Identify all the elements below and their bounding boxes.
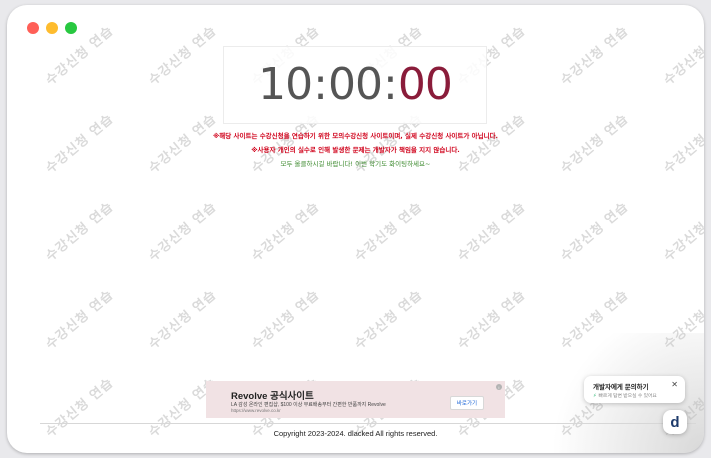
footer-divider — [40, 423, 696, 424]
watermark-text: 수강신청 연습 — [146, 287, 220, 353]
window-close-button[interactable] — [27, 22, 39, 34]
timer-separator: : — [383, 59, 398, 110]
watermark-text: 수강신청 연습 — [455, 199, 529, 265]
watermark-text: 수강신청 연습 — [43, 199, 117, 265]
good-luck-message: 모두 올클하시길 바랍니다! 이번 학기도 화이팅하세요~ — [280, 160, 431, 168]
ad-visit-button[interactable]: 바로가기 — [450, 396, 484, 410]
watermark-text: 수강신청 연습 — [43, 287, 117, 353]
watermark-text: 수강신청 연습 — [249, 199, 323, 265]
chat-subtitle: ⚡ 빠르게 답변 받으실 수 있어요 — [593, 392, 657, 400]
timer-minutes: 00 — [328, 59, 383, 110]
watermark-text: 수강신청 연습 — [558, 23, 632, 89]
watermark-text: 수강신청 연습 — [352, 287, 426, 353]
watermark-text: 수강신청 연습 — [661, 200, 704, 265]
watermark-text: 수강신청 연습 — [352, 199, 426, 265]
ad-title: Revolve 공식사이트 — [231, 391, 314, 402]
disclaimer-notice: ※해당 사이트는 수강신청을 연습하기 위한 모의수강신청 사이트이며, 실제 … — [212, 132, 499, 140]
ad-banner[interactable]: Revolve 공식사이트 LA 감성 온라인 편집샵, $100 이상 무료배… — [206, 381, 505, 418]
watermark-text: 수강신청 연습 — [249, 287, 323, 353]
watermark-text: 수강신청 연습 — [558, 287, 632, 353]
watermark-text: 수강신청 연습 — [455, 287, 529, 353]
watermark-text: 수강신청 연습 — [558, 199, 632, 265]
window-zoom-button[interactable] — [65, 22, 77, 34]
countdown-timer: 10:00:00 — [258, 63, 453, 107]
info-icon[interactable]: i — [496, 384, 502, 390]
timer-hours: 10 — [258, 59, 313, 110]
window-minimize-button[interactable] — [46, 22, 58, 34]
chat-title: 개발자에게 문의하기 — [593, 384, 649, 391]
chat-launcher-logo: d — [670, 413, 680, 431]
chat-subtitle-text: 빠르게 답변 받으실 수 있어요 — [598, 394, 657, 399]
watermark-text: 수강신청 연습 — [661, 288, 704, 353]
timer-seconds: 00 — [397, 59, 453, 110]
lightning-icon: ⚡ — [593, 392, 597, 399]
window-controls — [27, 22, 77, 34]
chat-launcher-button[interactable]: d — [663, 410, 687, 434]
ad-description: LA 감성 온라인 편집샵, $100 이상 무료배송부터 간편한 반품까지 R… — [231, 402, 386, 408]
countdown-timer-panel: 10:00:00 — [223, 46, 487, 124]
responsibility-notice: ※사용자 개인의 실수로 인해 발생한 문제는 개발자가 책임을 지지 않습니다… — [251, 146, 460, 154]
copyright-text: Copyright 2023-2024. dlacked All rights … — [273, 429, 438, 438]
close-icon[interactable]: ✕ — [671, 381, 678, 389]
chat-prompt-card[interactable]: 개발자에게 문의하기 ⚡ 빠르게 답변 받으실 수 있어요 ✕ — [584, 376, 685, 403]
watermark-text: 수강신청 연습 — [661, 24, 704, 89]
watermark-text: 수강신청 연습 — [146, 199, 220, 265]
watermark-text: 수강신청 연습 — [146, 23, 220, 89]
ad-url: https://www.revolve.co.kr — [231, 408, 281, 413]
timer-separator: : — [313, 59, 328, 110]
